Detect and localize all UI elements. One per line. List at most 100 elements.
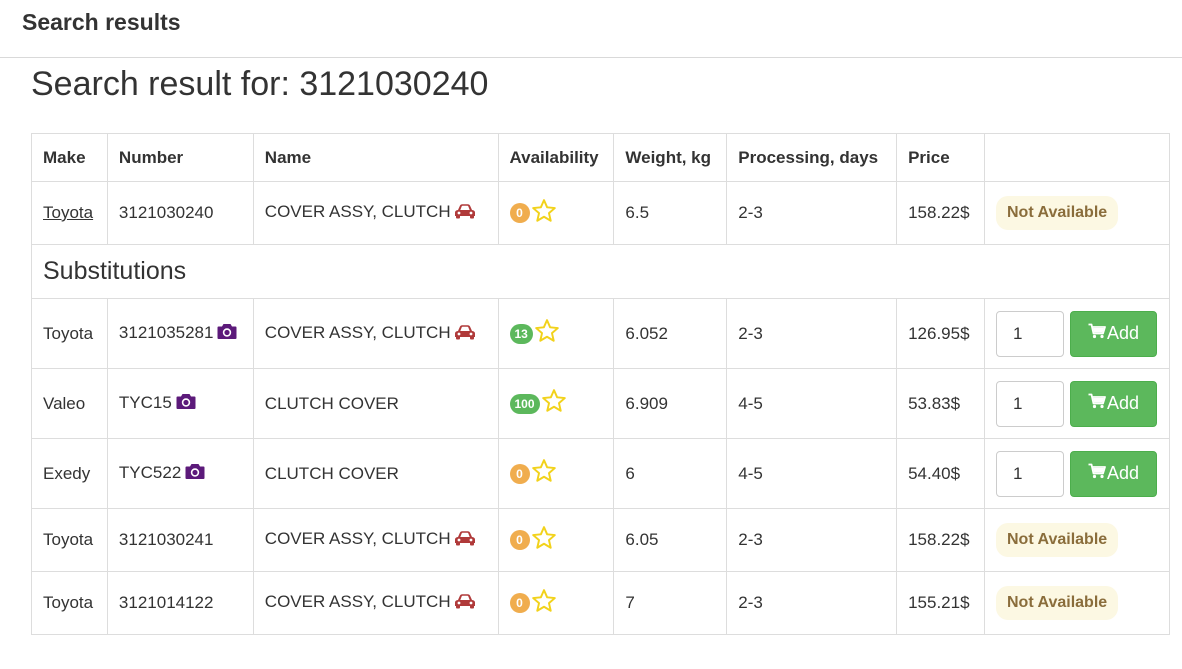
cell-weight: 7: [613, 571, 728, 635]
cell-availability: 0: [497, 508, 615, 572]
part-number: 3121035281: [118, 322, 214, 342]
cell-name: COVER ASSY, CLUTCH: [252, 181, 499, 245]
cell-number: 3121035281: [106, 298, 254, 369]
cell-processing: 2-3: [726, 508, 898, 572]
star-outline-icon[interactable]: [534, 318, 560, 349]
cell-price: 54.40$: [896, 438, 985, 509]
not-available-badge: Not Available: [995, 586, 1119, 620]
add-to-cart-button[interactable]: Add: [1069, 380, 1157, 427]
column-header-number: Number: [106, 133, 254, 182]
shopping-cart-icon: [1088, 463, 1106, 484]
cell-number: 3121030241: [106, 508, 254, 572]
cell-make: Toyota: [31, 571, 108, 635]
cell-weight: 6: [613, 438, 728, 509]
car-icon: [454, 530, 476, 551]
camera-icon[interactable]: [217, 323, 237, 345]
cell-number: TYC15: [106, 368, 254, 439]
column-header-availability: Availability: [497, 133, 615, 182]
part-name: COVER ASSY, CLUTCH: [264, 322, 451, 342]
cell-processing: 4-5: [726, 368, 898, 439]
availability-badge: 0: [509, 593, 530, 613]
panel-title: Search results: [22, 9, 181, 35]
quantity-input[interactable]: [995, 450, 1064, 497]
cell-action: Not Available: [983, 508, 1171, 572]
cell-price: 126.95$: [896, 298, 985, 369]
not-available-badge: Not Available: [995, 196, 1119, 230]
results-table: Make Number Name Availability Weight, kg…: [31, 133, 1171, 635]
shopping-cart-icon: [1088, 323, 1106, 344]
cell-weight: 6.052: [613, 298, 728, 369]
star-outline-icon[interactable]: [531, 588, 557, 619]
part-number: TYC15: [118, 392, 172, 412]
cell-number: TYC522: [106, 438, 254, 509]
cell-price: 158.22$: [896, 508, 985, 572]
availability-badge: 100: [509, 393, 540, 414]
cell-availability: 0: [497, 438, 615, 509]
column-header-make: Make: [31, 133, 108, 182]
cell-action: Not Available: [983, 571, 1171, 635]
cell-number: 3121014122: [106, 571, 254, 635]
table-row: Toyota 3121014122 COVER ASSY, CLUTCH 0 7…: [31, 571, 1171, 635]
add-button-label: Add: [1106, 393, 1139, 413]
cell-make: Exedy: [31, 438, 108, 509]
star-outline-icon[interactable]: [531, 458, 557, 489]
cell-action: Add: [983, 368, 1171, 439]
camera-icon[interactable]: [185, 463, 205, 485]
availability-badge: 0: [509, 530, 530, 550]
part-number: TYC522: [118, 462, 182, 482]
cell-make: Valeo: [31, 368, 108, 439]
car-icon: [454, 203, 476, 224]
cell-name: CLUTCH COVER: [252, 368, 499, 439]
availability-badge: 13: [509, 323, 533, 344]
cell-price: 158.22$: [896, 181, 985, 245]
table-row: Valeo TYC15 CLUTCH COVER 100 6.909 4-5 5…: [31, 368, 1171, 439]
cell-price: 155.21$: [896, 571, 985, 635]
cell-number: 3121030240: [106, 181, 254, 245]
cell-availability: 0: [497, 571, 615, 635]
cell-name: COVER ASSY, CLUTCH: [252, 508, 499, 572]
availability-badge: 0: [509, 203, 530, 223]
add-to-cart-button[interactable]: Add: [1069, 450, 1157, 497]
camera-icon[interactable]: [176, 393, 196, 415]
part-name: CLUTCH COVER: [264, 393, 399, 413]
cell-make: Toyota: [31, 298, 108, 369]
cell-make: Toyota: [31, 181, 108, 245]
cell-name: CLUTCH COVER: [252, 438, 499, 509]
table-row: Toyota 3121030241 COVER ASSY, CLUTCH 0 6…: [31, 508, 1171, 572]
cell-action: Add: [983, 438, 1171, 509]
substitutions-row: Substitutions: [31, 244, 1170, 299]
cell-price: 53.83$: [896, 368, 985, 439]
not-available-badge: Not Available: [995, 523, 1119, 557]
cell-action: Add: [983, 298, 1171, 369]
table-row: Toyota 3121030240 COVER ASSY, CLUTCH 0 6…: [31, 181, 1171, 245]
cell-processing: 2-3: [726, 181, 898, 245]
cell-name: COVER ASSY, CLUTCH: [252, 298, 499, 369]
page-title: Search result for: 3121030240: [31, 65, 489, 103]
cell-processing: 2-3: [726, 298, 898, 369]
part-name: COVER ASSY, CLUTCH: [264, 202, 451, 221]
column-header-weight: Weight, kg: [613, 133, 728, 182]
cell-action: Not Available: [983, 181, 1171, 245]
star-outline-icon[interactable]: [531, 198, 557, 229]
cell-weight: 6.909: [613, 368, 728, 439]
add-button-label: Add: [1106, 323, 1139, 343]
add-to-cart-button[interactable]: Add: [1069, 310, 1157, 357]
quantity-input[interactable]: [995, 310, 1064, 357]
part-name: COVER ASSY, CLUTCH: [264, 592, 451, 611]
cell-weight: 6.5: [613, 181, 728, 245]
quantity-input[interactable]: [995, 380, 1064, 427]
cell-processing: 2-3: [726, 571, 898, 635]
panel-header: Search results: [0, 0, 1182, 58]
cell-name: COVER ASSY, CLUTCH: [252, 571, 499, 635]
cell-availability: 13: [497, 298, 615, 369]
car-icon: [454, 324, 476, 345]
star-outline-icon[interactable]: [531, 525, 557, 556]
star-outline-icon[interactable]: [541, 388, 567, 419]
substitutions-heading: Substitutions: [31, 244, 1170, 299]
table-header-row: Make Number Name Availability Weight, kg…: [31, 133, 1171, 182]
column-header-price: Price: [896, 133, 985, 182]
cell-weight: 6.05: [613, 508, 728, 572]
make-link[interactable]: Toyota: [43, 203, 93, 222]
cell-availability: 100: [497, 368, 615, 439]
column-header-name: Name: [252, 133, 499, 182]
